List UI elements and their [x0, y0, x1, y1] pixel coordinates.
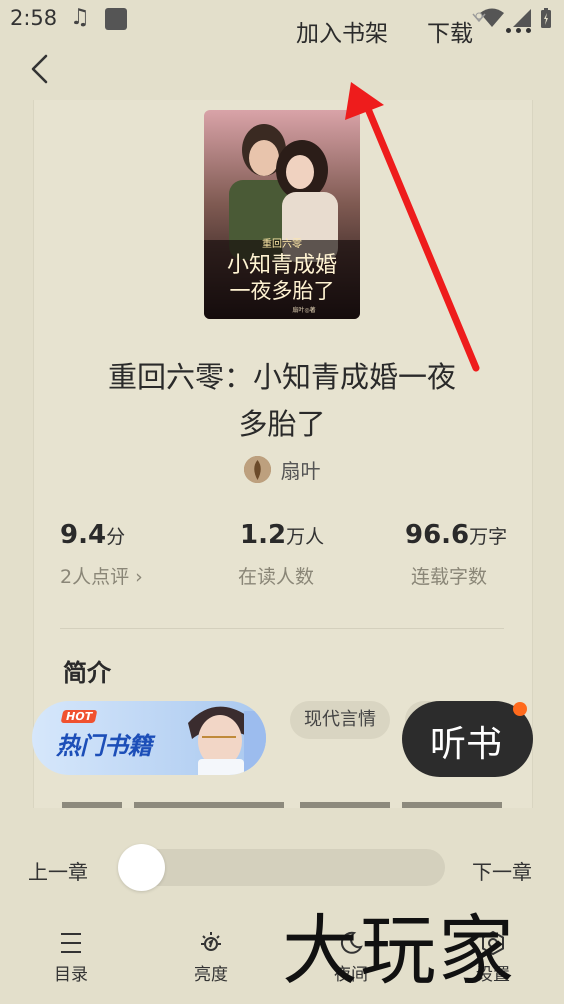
signal-icon: [513, 9, 531, 27]
book-title-line-1: 重回六零：小知青成婚一夜: [107, 360, 456, 394]
music-note-icon: ♫: [70, 5, 90, 30]
listen-label: 听书: [430, 724, 503, 765]
wordcount-label: 连载字数: [411, 566, 488, 588]
stat-rating[interactable]: 9.4分 2人点评 ›: [60, 520, 143, 588]
battery-icon: [541, 8, 551, 28]
top-bar: [0, 38, 564, 100]
status-indicators: [480, 7, 552, 29]
intro-preview-fragment: [62, 802, 502, 808]
book-cover[interactable]: 重回六零 小知青成婚 一夜多胎了 扇叶◎著: [204, 110, 360, 319]
author-name: 扇叶: [280, 459, 321, 483]
chapter-progress-slider[interactable]: [118, 849, 445, 886]
stat-readers: 1.2万人 在读人数: [238, 520, 325, 588]
hot-books-label: 热门书籍: [56, 732, 152, 760]
list-icon: [61, 933, 81, 953]
cover-illustration: 重回六零 小知青成婚 一夜多胎了 扇叶◎著: [204, 110, 360, 319]
cover-text-3: 一夜多胎了: [230, 279, 335, 303]
back-arrow-icon[interactable]: [26, 52, 56, 86]
tag-modern-romance[interactable]: 现代言情: [290, 701, 390, 739]
readers-label: 在读人数: [238, 566, 315, 588]
download-button[interactable]: 下载: [427, 14, 473, 48]
readers-unit: 万人: [286, 526, 325, 548]
rating-unit: 分: [106, 526, 126, 548]
author-row[interactable]: 扇叶: [0, 455, 564, 484]
banner-character-illustration: [188, 706, 266, 775]
divider: [60, 628, 504, 629]
app-notification-icon: [105, 8, 127, 30]
slider-handle[interactable]: [118, 844, 165, 891]
hot-badge: HOT: [60, 710, 98, 723]
rating-value: 9.4: [60, 520, 107, 550]
cover-credit: 扇叶◎著: [292, 306, 315, 314]
next-chapter-button[interactable]: 下一章: [472, 856, 532, 885]
notification-dot: [513, 702, 527, 716]
more-dots-icon[interactable]: [506, 28, 531, 33]
author-avatar: [243, 456, 271, 483]
nav-catalog[interactable]: 目录: [31, 930, 111, 985]
book-title-line-2: 多胎了: [238, 407, 326, 441]
stat-wordcount: 96.6万字 连载字数: [405, 520, 508, 588]
cover-text-2: 小知青成婚: [227, 253, 337, 278]
wordcount-unit: 万字: [469, 526, 508, 548]
book-title: 重回六零：小知青成婚一夜 多胎了: [70, 354, 494, 448]
vip-badge-icon: [472, 12, 486, 22]
watermark: 大玩家: [282, 906, 516, 995]
prev-chapter-button[interactable]: 上一章: [28, 856, 88, 885]
status-time: 2:58: [10, 6, 58, 30]
intro-heading: 简介: [63, 659, 111, 687]
brightness-icon: [201, 932, 221, 951]
rating-reviews-link[interactable]: 2人点评 ›: [60, 562, 143, 589]
readers-value: 1.2: [240, 520, 287, 550]
nav-catalog-label: 目录: [54, 965, 88, 985]
nav-brightness-label: 亮度: [194, 965, 228, 985]
wordcount-value: 96.6: [405, 520, 470, 550]
add-to-shelf-button[interactable]: 加入书架: [296, 14, 388, 48]
nav-brightness[interactable]: 亮度: [171, 930, 251, 985]
cover-text-1: 重回六零: [262, 237, 302, 250]
